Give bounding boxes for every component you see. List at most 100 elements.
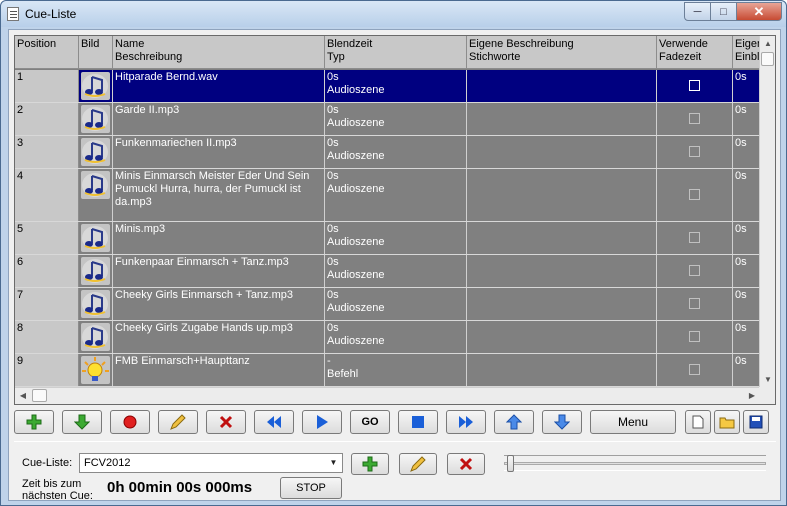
fade-cell	[657, 136, 733, 168]
cue-description[interactable]	[467, 321, 657, 353]
cue-blend: 0s Audioszene	[325, 288, 467, 320]
cue-blend-time: 0s	[327, 104, 339, 116]
next-cue-label: Zeit bis zum nächsten Cue:	[22, 478, 93, 502]
document-icon	[7, 7, 19, 21]
previous-button[interactable]	[254, 410, 294, 434]
move-down-button[interactable]	[542, 410, 582, 434]
fade-checkbox[interactable]	[688, 331, 700, 342]
table-row[interactable]: 6 Funkenpaar Einmarsch + Tanz.mp3 0s Audios…	[15, 255, 760, 288]
cue-type: Befehl	[327, 368, 359, 380]
fade-checkbox[interactable]	[688, 146, 700, 157]
scroll-left-icon[interactable]: ◀	[15, 388, 31, 404]
edit-cue-button[interactable]	[158, 410, 198, 434]
go-button[interactable]: GO	[350, 410, 390, 434]
fade-cell	[657, 70, 733, 102]
stop-button[interactable]: STOP	[280, 477, 342, 499]
table-row[interactable]: 7 Cheeky Girls Einmarsch + Tanz.mp3 0s Audi…	[15, 288, 760, 321]
pencil-icon	[170, 414, 186, 430]
scroll-right-icon[interactable]: ▶	[744, 388, 760, 404]
slider-handle[interactable]	[507, 455, 514, 472]
scroll-down-icon[interactable]: ▼	[760, 372, 775, 388]
maximize-button[interactable]: □	[711, 2, 737, 21]
cue-blend: 0s Audioszene	[325, 70, 467, 102]
save-file-button[interactable]	[743, 410, 769, 434]
title-bar[interactable]: Cue-Liste ─ □ ✕	[1, 1, 786, 27]
new-file-button[interactable]	[685, 410, 711, 434]
col-header-blendzeit[interactable]: Blendzeit Typ	[325, 36, 467, 69]
cue-type: Audioszene	[327, 302, 385, 314]
fade-checkbox[interactable]	[688, 113, 700, 124]
cue-position: 8	[15, 321, 79, 353]
table-row[interactable]: 9 FMB Einmarsch+Haupttanz - Befehl 0s	[15, 354, 760, 387]
scroll-up-icon[interactable]: ▲	[760, 36, 775, 52]
cue-description[interactable]	[467, 103, 657, 135]
delete-cue-button[interactable]	[206, 410, 246, 434]
cue-grid[interactable]: Position Bild Name Beschreibung Blendzei…	[14, 35, 776, 405]
move-up-button[interactable]	[494, 410, 534, 434]
fade-cell	[657, 321, 733, 353]
cue-description[interactable]	[467, 354, 657, 386]
record-button[interactable]	[110, 410, 150, 434]
stop-playback-button[interactable]	[398, 410, 438, 434]
col-header-name[interactable]: Name Beschreibung	[113, 36, 325, 69]
close-button[interactable]: ✕	[737, 2, 782, 21]
open-file-button[interactable]	[714, 410, 740, 434]
fade-cell	[657, 288, 733, 320]
music-note-icon	[81, 105, 110, 133]
fade-checkbox[interactable]	[688, 232, 700, 243]
next-cue-timer: 0h 00min 00s 000ms	[107, 479, 253, 496]
cue-description[interactable]	[467, 136, 657, 168]
chevron-down-icon[interactable]: ▼	[325, 454, 342, 472]
horizontal-scroll-thumb[interactable]	[32, 389, 47, 402]
cue-description[interactable]	[467, 169, 657, 221]
table-row[interactable]: 8 Cheeky Girls Zugabe Hands up.mp3 0s Audio…	[15, 321, 760, 354]
fade-checkbox[interactable]	[688, 265, 700, 276]
add-cue-button[interactable]	[14, 410, 54, 434]
next-button[interactable]	[446, 410, 486, 434]
cue-blend: 0s Audioszene	[325, 103, 467, 135]
cue-description[interactable]	[467, 255, 657, 287]
table-row[interactable]: 2 Garde II.mp3 0s Audioszene 0s	[15, 103, 760, 136]
add-cue-list-button[interactable]	[351, 453, 389, 475]
edit-cue-list-button[interactable]	[399, 453, 437, 475]
horizontal-scrollbar[interactable]: ◀ ▶	[15, 387, 760, 404]
cue-blend-time: 0s	[327, 289, 339, 301]
table-row[interactable]: 5 Minis.mp3 0s Audioszene 0s	[15, 222, 760, 255]
col-header-bild[interactable]: Bild	[79, 36, 113, 69]
minimize-button[interactable]: ─	[684, 2, 711, 21]
volume-slider[interactable]	[504, 455, 766, 472]
table-row[interactable]: 3 Funkenmariechen II.mp3 0s Audioszene 0s	[15, 136, 760, 169]
vertical-scrollbar[interactable]: ▲ ▼	[759, 36, 775, 388]
cue-image	[79, 321, 113, 353]
col-header-eigene[interactable]: Eigene Beschreibung Stichworte	[467, 36, 657, 69]
play-button[interactable]	[302, 410, 342, 434]
cue-name: Cheeky Girls Einmarsch + Tanz.mp3	[113, 288, 325, 320]
cue-blend-time: -	[327, 355, 331, 367]
cue-description[interactable]	[467, 288, 657, 320]
col-header-einbl[interactable]: Eigen Einbl	[733, 36, 760, 69]
cue-own-fade: 0s	[733, 255, 760, 287]
fade-checkbox[interactable]	[688, 298, 700, 309]
menu-button[interactable]: Menu	[590, 410, 676, 434]
music-note-icon	[81, 171, 110, 199]
fade-checkbox[interactable]	[688, 189, 700, 200]
cue-position: 1	[15, 70, 79, 102]
col-header-fade[interactable]: Verwende Fadezeit	[657, 36, 733, 69]
rewind-icon	[267, 416, 281, 428]
cue-list-select[interactable]: FCV2012 ▼	[79, 453, 343, 473]
fade-checkbox[interactable]	[688, 364, 700, 375]
cue-description[interactable]	[467, 70, 657, 102]
insert-cue-button[interactable]	[62, 410, 102, 434]
table-row[interactable]: 1 Hitparade Bernd.wav 0s Audioszene 0s	[15, 70, 760, 103]
cue-blend: 0s Audioszene	[325, 169, 467, 221]
cue-position: 6	[15, 255, 79, 287]
cue-description[interactable]	[467, 222, 657, 254]
delete-cue-list-button[interactable]	[447, 453, 485, 475]
vertical-scroll-thumb[interactable]	[761, 52, 774, 66]
cue-blend: 0s Audioszene	[325, 255, 467, 287]
cue-type: Audioszene	[327, 236, 385, 248]
music-note-icon	[81, 290, 110, 318]
fade-checkbox[interactable]	[688, 80, 700, 91]
table-row[interactable]: 4 Minis Einmarsch Meister Eder Und Sein P…	[15, 169, 760, 222]
col-header-position[interactable]: Position	[15, 36, 79, 69]
